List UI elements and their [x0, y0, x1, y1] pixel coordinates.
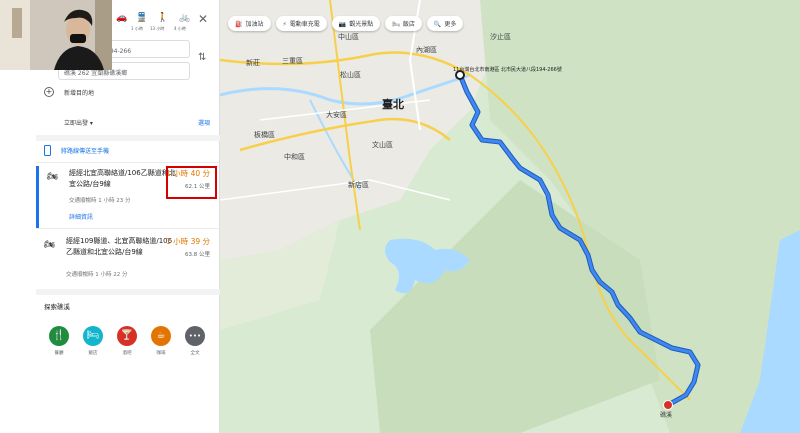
- restaurant-icon: 🍴: [49, 326, 69, 346]
- category-more[interactable]: ••• 全文: [182, 326, 208, 356]
- motorcycle-icon: 🏍: [44, 240, 56, 250]
- route-traffic-note: 交通順暢時 1 小時 22 分: [66, 272, 128, 278]
- motorcycle-icon: 🏍: [47, 172, 59, 182]
- walk-time: 13 小時: [150, 26, 165, 31]
- chip-label: 加油站: [245, 21, 264, 28]
- end-label: 礁溪: [660, 412, 673, 419]
- section-divider: [36, 135, 220, 141]
- category-restaurants[interactable]: 🍴 餐廳: [46, 326, 72, 356]
- category-label: 飯店: [88, 351, 98, 356]
- hotel-icon: 🛏: [83, 326, 103, 346]
- bicycle-icon[interactable]: 🚲: [179, 13, 190, 23]
- category-label: 酒吧: [122, 351, 132, 356]
- add-destination-label: 新增目的地: [64, 89, 95, 97]
- search-icon: 🔍: [433, 21, 442, 28]
- map-label-neihu: 內湖區: [416, 46, 437, 54]
- category-cafes[interactable]: ☕ 咖啡: [148, 326, 174, 356]
- ev-charging-icon: ⚡: [282, 21, 287, 28]
- chip-label: 觀光景點: [349, 21, 374, 28]
- map-label-daan: 大安區: [326, 111, 347, 119]
- chip-more[interactable]: 🔍 更多: [426, 16, 464, 31]
- chip-label: 電動車充電: [289, 21, 320, 28]
- transit-icon[interactable]: 🚆: [136, 13, 147, 23]
- webcam-overlay: [0, 0, 112, 70]
- route-title: 經經109縣道、北宜高聯絡道/106乙縣道和北宜公路/台9線: [66, 237, 173, 256]
- send-to-phone-label: 將路線傳送至手機: [61, 148, 110, 155]
- swap-icon[interactable]: ⇅: [198, 52, 206, 63]
- walk-icon[interactable]: 🚶: [157, 13, 168, 23]
- category-label: 咖啡: [156, 351, 166, 356]
- start-address-label: 11台灣台北市南港區 北市民大道八段194-266號: [453, 67, 562, 73]
- chip-ev-charging[interactable]: ⚡ 電動車充電: [275, 16, 327, 31]
- map-filter-chips: ⛽ 加油站 ⚡ 電動車充電 📷 觀光景點 🛏 飯店 🔍 更多: [228, 16, 464, 31]
- bicycle-time: 4 小時: [174, 26, 186, 31]
- route-distance: 63.8 公里: [185, 252, 210, 258]
- category-label: 餐廳: [54, 351, 64, 356]
- route-details-link[interactable]: 詳細資訊: [69, 212, 93, 221]
- map-label-xindian: 新店區: [348, 181, 369, 189]
- route-traffic-note: 交通順暢時 1 小時 23 分: [69, 198, 131, 204]
- map-canvas[interactable]: ⛽ 加油站 ⚡ 電動車充電 📷 觀光景點 🛏 飯店 🔍 更多 中山區 內湖區 汐止區 三重…: [220, 0, 800, 433]
- chip-attractions[interactable]: 📷 觀光景點: [331, 16, 381, 31]
- map-label-taipei: 臺北: [382, 98, 404, 111]
- map-label-songshan: 松山區: [340, 71, 361, 79]
- hotel-icon: 🛏: [392, 21, 400, 28]
- map-label-wenshan: 文山區: [372, 141, 393, 149]
- divider: [36, 162, 220, 163]
- chip-label: 飯店: [402, 21, 415, 28]
- map-label-zhonghe: 中和區: [284, 153, 305, 161]
- divider: [36, 228, 220, 229]
- chip-gas-station[interactable]: ⛽ 加油站: [228, 16, 271, 31]
- camera-icon: 📷: [338, 21, 347, 28]
- map-label-xinzhuang: 新莊: [246, 59, 260, 67]
- gas-station-icon: ⛽: [235, 21, 243, 28]
- map-label-sanchong: 三重區: [282, 57, 303, 65]
- map-label-banqiao: 板橋區: [254, 131, 275, 139]
- map-label-zhongshan: 中山區: [338, 33, 359, 41]
- bar-icon: 🍸: [117, 326, 137, 346]
- route-title: 經經北宜高聯絡道/106乙縣道和北宜公路/台9線: [69, 169, 176, 188]
- section-divider: [36, 289, 220, 295]
- chip-hotels[interactable]: 🛏 飯店: [385, 16, 422, 31]
- route-time: 1 小時 39 分: [166, 237, 210, 246]
- highlight-annotation: [166, 166, 217, 199]
- category-bars[interactable]: 🍸 酒吧: [114, 326, 140, 356]
- phone-icon: [44, 145, 51, 156]
- transit-time: 1 小時: [131, 26, 143, 31]
- car-icon[interactable]: 🚗: [116, 13, 127, 23]
- route-option-2[interactable]: 🏍 經經109縣道、北宜高聯絡道/106乙縣道和北宜公路/台9線 1 小時 39…: [36, 234, 220, 286]
- close-icon[interactable]: ✕: [198, 12, 208, 26]
- chip-label: 更多: [444, 21, 457, 28]
- presenter-video: [0, 0, 112, 70]
- plus-icon: +: [44, 87, 54, 97]
- map-graphics: [220, 0, 800, 433]
- category-hotels[interactable]: 🛏 飯店: [80, 326, 106, 356]
- category-label: 全文: [190, 351, 200, 356]
- depart-now-dropdown[interactable]: 立即出發 ▾: [64, 118, 93, 127]
- send-to-phone-button[interactable]: 將路線傳送至手機: [44, 145, 109, 156]
- more-icon: •••: [185, 326, 205, 346]
- map-label-xizhi: 汐止區: [490, 33, 511, 41]
- options-link[interactable]: 選項: [198, 118, 210, 127]
- add-destination-button[interactable]: + 新增目的地: [44, 87, 94, 97]
- explore-title: 探索礁溪: [44, 303, 70, 311]
- cafe-icon: ☕: [151, 326, 171, 346]
